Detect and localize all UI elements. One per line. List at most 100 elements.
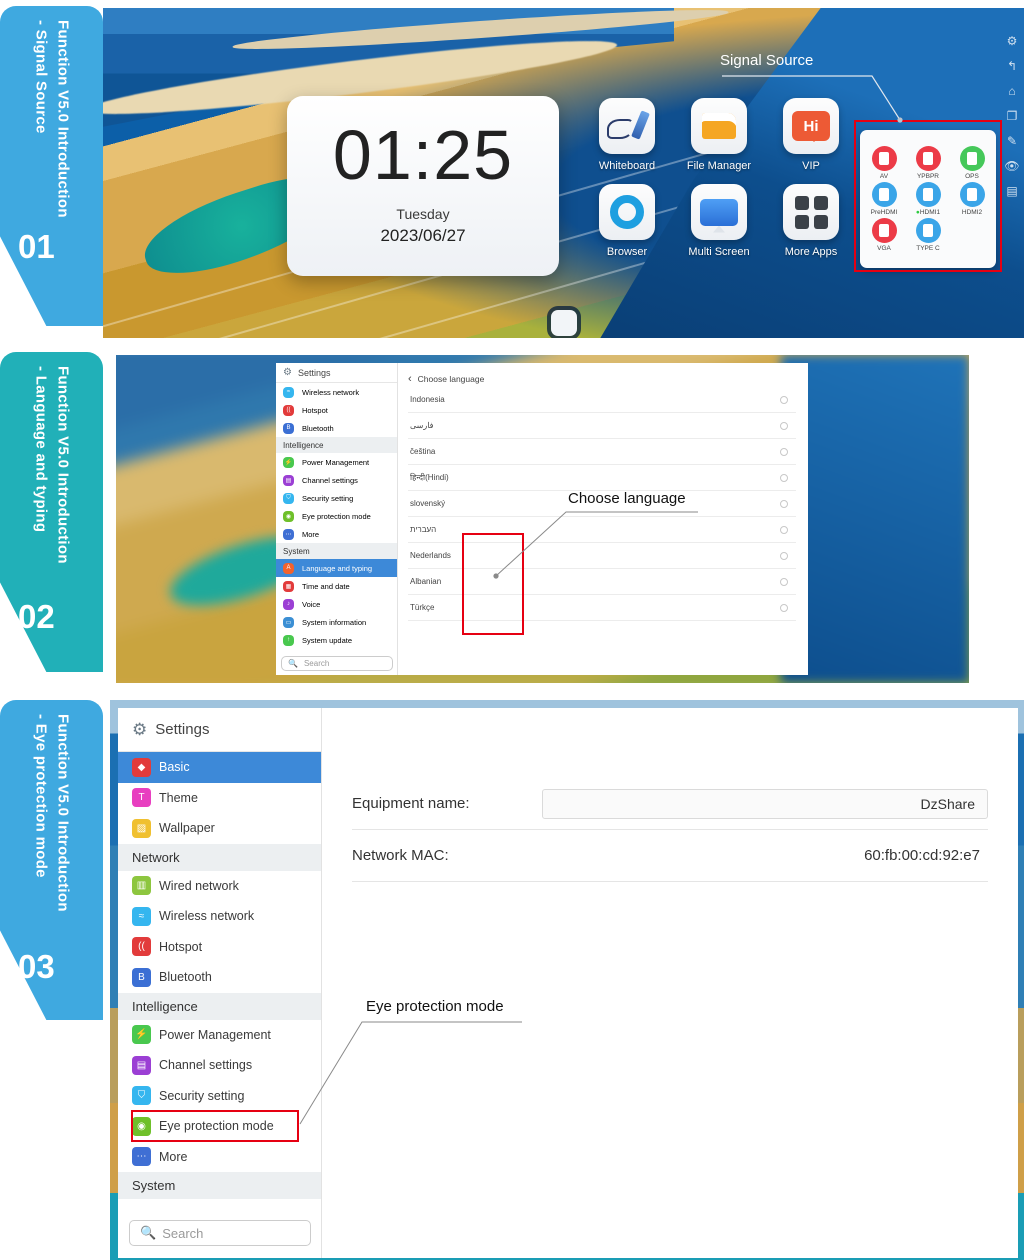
- language-label: Indonesia: [410, 395, 445, 404]
- field-network-mac: Network MAC: 60:fb:00:cd:92:e7: [352, 830, 988, 882]
- sidebar-item-channel-settings[interactable]: ▤ Channel settings: [276, 471, 397, 489]
- app-whiteboard[interactable]: Whiteboard: [581, 98, 673, 172]
- whiteboard-pen-icon: [599, 98, 655, 154]
- sidebar-item-system-information[interactable]: ▭ System information: [276, 613, 397, 631]
- tab-title: Function V5.0 Introduction - Language an…: [32, 366, 72, 564]
- chevron-left-icon: ‹: [408, 373, 412, 385]
- language-radio[interactable]: [780, 395, 788, 404]
- sidebar-item-label: Bluetooth: [302, 423, 334, 433]
- settings-sidebar: ⚙ Settings ◆ Basic T Theme ▨ Wallpaper Network…: [118, 708, 322, 1258]
- language-radio[interactable]: [780, 421, 788, 430]
- language-radio[interactable]: [780, 525, 788, 534]
- clock-time: 01:25: [332, 116, 514, 194]
- annotation-leader-line: [299, 1021, 522, 1125]
- sidebar-item-theme[interactable]: T Theme: [118, 783, 321, 814]
- more-dots-icon: ⋯: [283, 528, 294, 540]
- eye-icon: ◉: [283, 510, 294, 522]
- sidebar-item-label: Wireless network: [302, 387, 360, 397]
- sidebar-item-label: Wired network: [159, 878, 239, 893]
- browser-ring-icon: [599, 184, 655, 240]
- language-radio[interactable]: [780, 499, 788, 508]
- settings-sidebar: ⚙ Settings ≈ Wireless network ((Hotspot B Bl…: [276, 363, 398, 675]
- source-list-icon[interactable]: ▤: [1006, 184, 1017, 198]
- language-radio[interactable]: [780, 603, 788, 612]
- home-icon[interactable]: ⌂: [1008, 84, 1015, 98]
- language-row[interactable]: فارسی: [408, 413, 796, 439]
- sidebar-item-wireless-network[interactable]: ≈ Wireless network: [118, 901, 321, 932]
- language-radio[interactable]: [780, 473, 788, 482]
- language-row[interactable]: čeština: [408, 439, 796, 465]
- sidebar-item-label: Security setting: [302, 493, 354, 503]
- section-tab-03: Function V5.0 Introduction - Eye protect…: [0, 700, 103, 1020]
- sidebar-item-more[interactable]: ⋯ More: [276, 525, 397, 543]
- multi-screen-icon: [691, 184, 747, 240]
- back-arrow-icon[interactable]: ↰: [1007, 59, 1017, 73]
- sidebar-item-hotspot[interactable]: ((Hotspot: [118, 932, 321, 963]
- annotate-pen-icon[interactable]: ✎: [1007, 134, 1017, 148]
- app-more-apps[interactable]: More Apps: [765, 184, 857, 258]
- sidebar-group-network: Network: [118, 843, 321, 871]
- sidebar-item-wired-network[interactable]: ▥ Wired network: [118, 871, 321, 902]
- bluetooth-icon: B: [283, 422, 294, 434]
- sidebar-item-bluetooth[interactable]: B Bluetooth: [118, 962, 321, 993]
- app-multi-screen[interactable]: Multi Screen: [673, 184, 765, 258]
- language-row[interactable]: हिन्दी(Hindi): [408, 465, 796, 491]
- back-row[interactable]: ‹ Choose language: [408, 373, 796, 385]
- tab-title: Function V5.0 Introduction - Eye protect…: [32, 714, 72, 912]
- sidebar-item-label: Voice: [302, 599, 321, 609]
- language-row[interactable]: Indonesia: [408, 387, 796, 413]
- channel-icon: ▤: [132, 1055, 151, 1075]
- layers-icon: ◆: [132, 757, 151, 777]
- clock-date: 2023/06/27: [380, 226, 466, 245]
- shield-icon: ⛉: [283, 492, 294, 504]
- tab-number: 01: [18, 228, 55, 265]
- sidebar-group-system: System: [118, 1172, 321, 1199]
- tab-number: 02: [18, 598, 55, 635]
- sidebar-item-voice[interactable]: ♪ Voice: [276, 595, 397, 613]
- clock-widget[interactable]: 01:25 Tuesday 2023/06/27: [287, 96, 559, 276]
- sidebar-item-more[interactable]: ⋯ More: [118, 1142, 321, 1173]
- sidebar-item-basic[interactable]: ◆ Basic: [118, 752, 321, 783]
- window-icon[interactable]: ❐: [1007, 109, 1018, 123]
- sidebar-item-time-and-date[interactable]: ▦ Time and date: [276, 577, 397, 595]
- search-input[interactable]: 🔍 Search: [281, 656, 393, 671]
- app-label: Multi Screen: [688, 246, 750, 258]
- sidebar-item-system-update[interactable]: ↑ System update: [276, 631, 397, 649]
- sidebar-item-eye-protection-mode[interactable]: ◉ Eye protection mode: [276, 507, 397, 525]
- basic-settings-content: Equipment name: DzShare Network MAC: 60:…: [322, 708, 1018, 1258]
- settings-title: Settings: [297, 367, 331, 378]
- home-button[interactable]: [550, 310, 577, 336]
- language-label: فارسی: [410, 421, 434, 430]
- sidebar-item-label: Basic: [159, 760, 190, 775]
- field-label: Equipment name:: [352, 795, 470, 812]
- sidebar-item-wallpaper[interactable]: ▨ Wallpaper: [118, 813, 321, 844]
- sidebar-item-security-setting[interactable]: ⛉ Security setting: [276, 489, 397, 507]
- language-label: Albanian: [410, 577, 442, 586]
- field-equipment-name: Equipment name: DzShare: [352, 778, 988, 830]
- eye-icon[interactable]: 👁: [1004, 159, 1019, 173]
- sidebar-item-language-and-typing[interactable]: A Language and typing: [276, 559, 397, 577]
- blurred-right-water: [781, 355, 969, 683]
- annotation-signal-source: Signal Source: [720, 52, 920, 132]
- sidebar-item-label: Time and date: [302, 581, 350, 591]
- app-browser[interactable]: Browser: [581, 184, 673, 258]
- shield-icon: ⛉: [132, 1086, 151, 1106]
- sidebar-item-power-management[interactable]: ⚡ Power Management: [276, 453, 397, 471]
- update-icon: ↑: [283, 634, 294, 646]
- shirt-icon: T: [132, 788, 151, 808]
- tab-number: 03: [18, 948, 55, 985]
- language-radio[interactable]: [780, 447, 788, 456]
- sidebar-item-wireless-network[interactable]: ≈ Wireless network: [276, 383, 397, 401]
- sidebar-item-label: Language and typing: [302, 563, 373, 573]
- sidebar-item-bluetooth[interactable]: B Bluetooth: [276, 419, 397, 437]
- search-input[interactable]: 🔍 Search: [129, 1220, 311, 1246]
- language-radio[interactable]: [780, 577, 788, 586]
- settings-gear-icon[interactable]: ⚙: [1007, 34, 1018, 48]
- settings-title-row: ⚙ Settings: [276, 363, 397, 383]
- equipment-name-input[interactable]: DzShare: [542, 788, 988, 819]
- annotation-choose-language: Choose language: [460, 490, 720, 620]
- sidebar-item-label: Theme: [159, 790, 198, 805]
- sidebar-item-hotspot[interactable]: ((Hotspot: [276, 401, 397, 419]
- language-label: Türkçe: [410, 603, 435, 612]
- language-radio[interactable]: [780, 551, 788, 560]
